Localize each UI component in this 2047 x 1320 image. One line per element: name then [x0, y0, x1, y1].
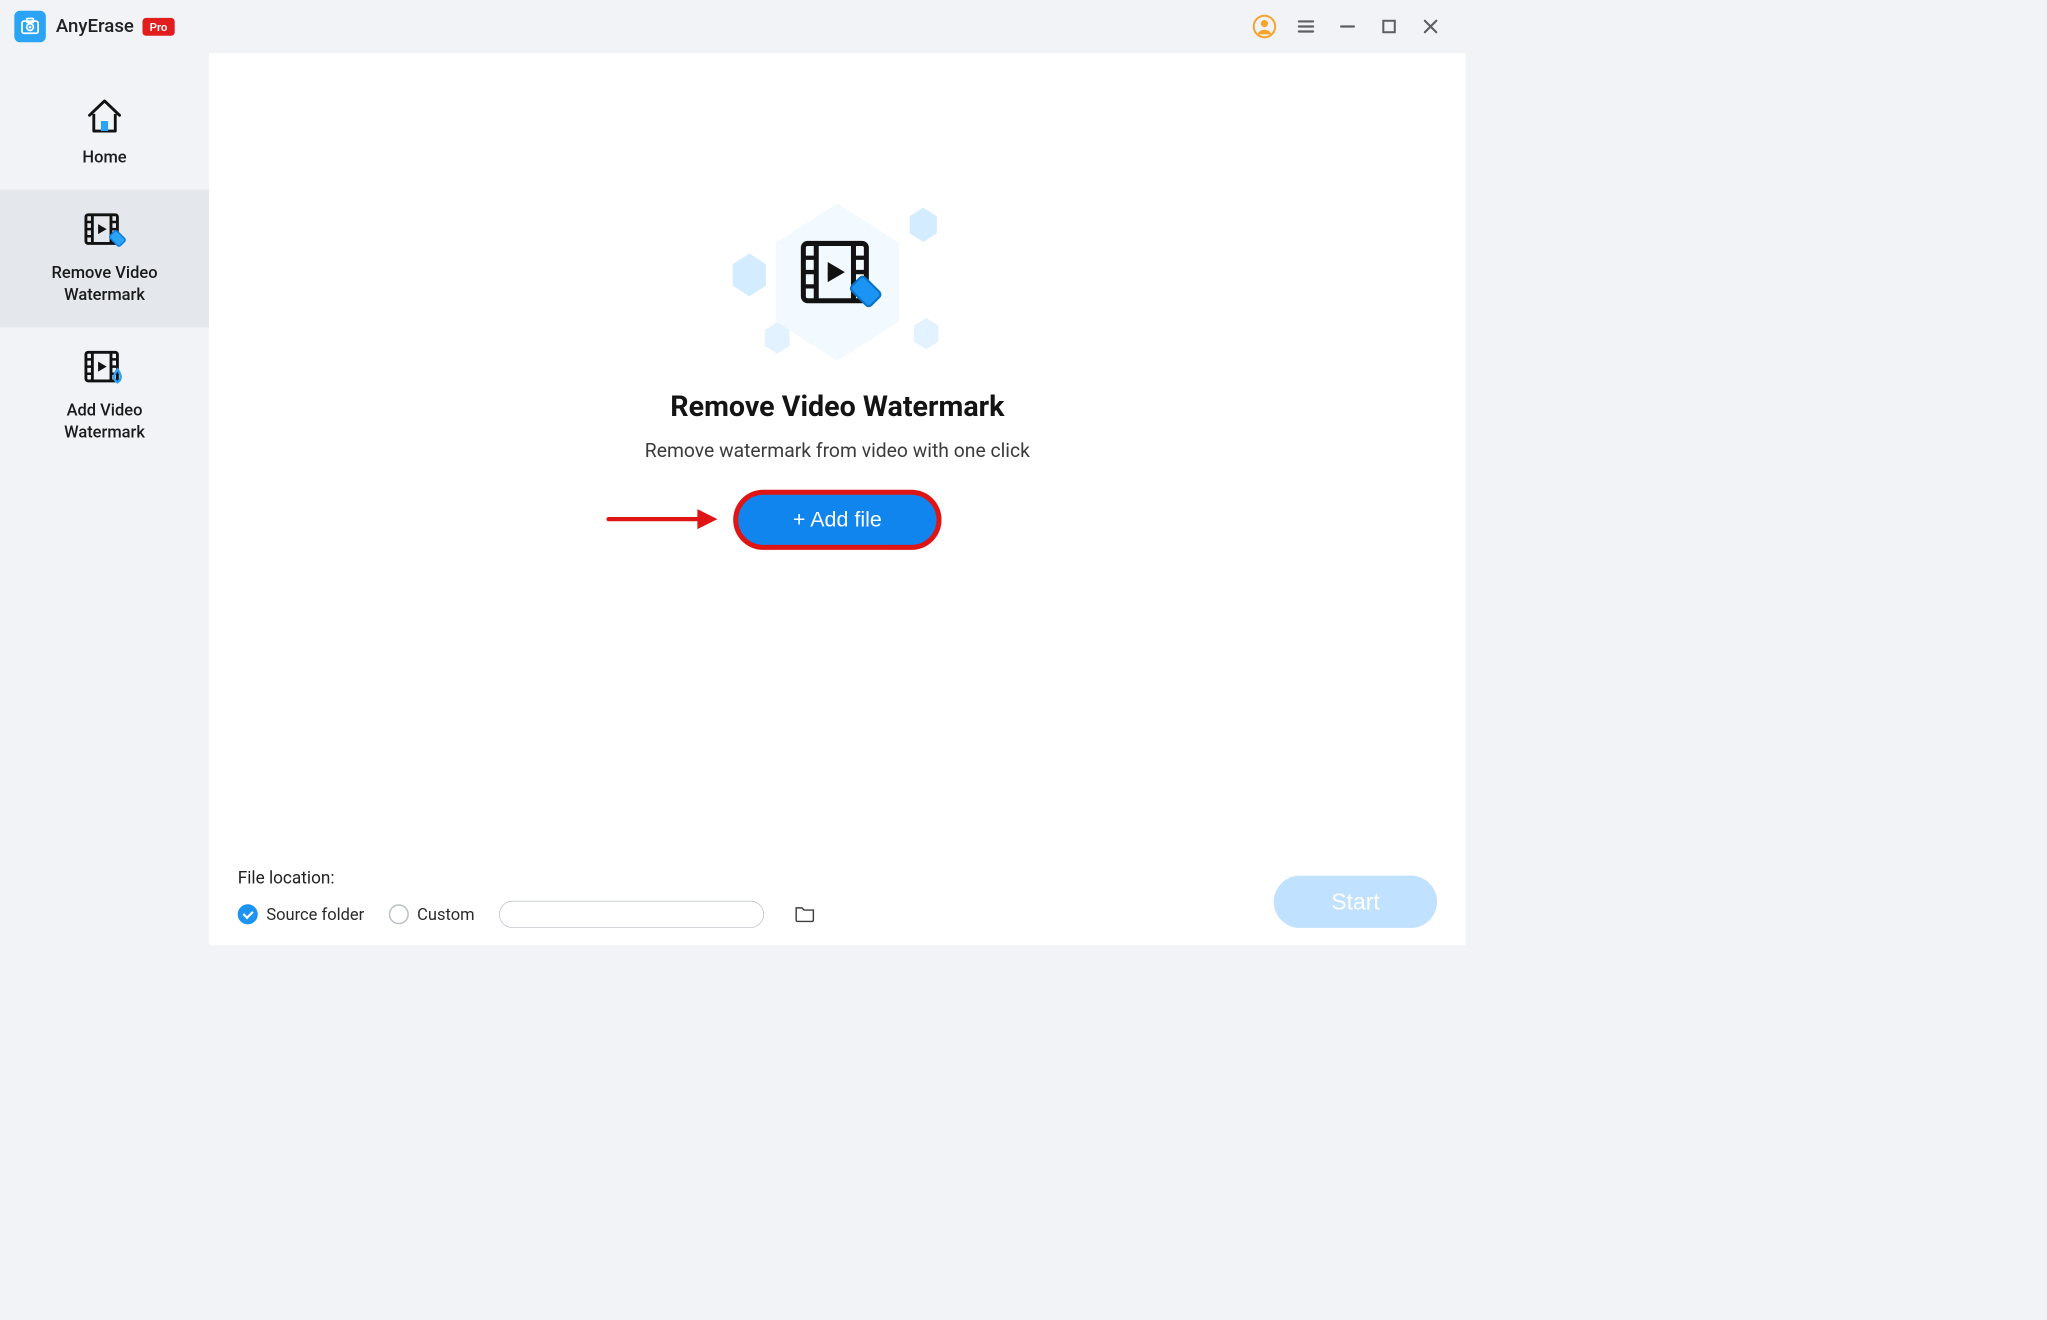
minimize-icon[interactable] [1334, 13, 1361, 40]
home-icon [82, 93, 128, 139]
radio-checked-icon [238, 904, 258, 924]
file-location-label: File location: [238, 868, 816, 888]
sidebar-item-home[interactable]: Home [0, 74, 209, 189]
radio-unchecked-icon [389, 904, 409, 924]
sidebar-item-label: Home [82, 146, 126, 168]
film-eraser-hero-icon [797, 238, 883, 320]
add-file-button[interactable]: + Add file [738, 495, 936, 545]
radio-label: Source folder [266, 905, 364, 924]
radio-custom[interactable]: Custom [389, 904, 475, 924]
account-icon[interactable] [1251, 13, 1278, 40]
sidebar-item-remove-video-watermark[interactable]: Remove Video Watermark [0, 190, 209, 328]
sidebar-item-label: Remove Video Watermark [26, 261, 184, 305]
start-button[interactable]: Start [1274, 876, 1437, 928]
titlebar: AnyErase Pro [0, 0, 1466, 53]
radio-label: Custom [417, 905, 474, 924]
bottom-bar: File location: Source folder Custom [238, 868, 1437, 928]
sidebar-item-add-video-watermark[interactable]: Add Video Watermark [0, 327, 209, 465]
maximize-icon[interactable] [1375, 13, 1402, 40]
film-eraser-icon [82, 208, 128, 254]
sidebar: Home Remove Video Watermark Add Video Wa… [0, 53, 209, 945]
main-panel: Remove Video Watermark Remove watermark … [209, 53, 1466, 945]
pro-badge: Pro [142, 18, 174, 36]
app-name: AnyErase [56, 16, 134, 37]
main-title: Remove Video Watermark [670, 390, 1004, 424]
menu-icon[interactable] [1292, 13, 1319, 40]
close-icon[interactable] [1417, 13, 1444, 40]
radio-source-folder[interactable]: Source folder [238, 904, 364, 924]
custom-path-input[interactable] [499, 901, 764, 928]
app-logo-icon [14, 11, 46, 43]
hero-illustration [694, 196, 980, 368]
sidebar-item-label: Add Video Watermark [26, 399, 184, 443]
main-subtitle: Remove watermark from video with one cli… [645, 439, 1030, 462]
browse-folder-icon[interactable] [794, 904, 815, 925]
annotation-arrow-icon [606, 505, 721, 534]
film-droplet-icon [82, 346, 128, 392]
